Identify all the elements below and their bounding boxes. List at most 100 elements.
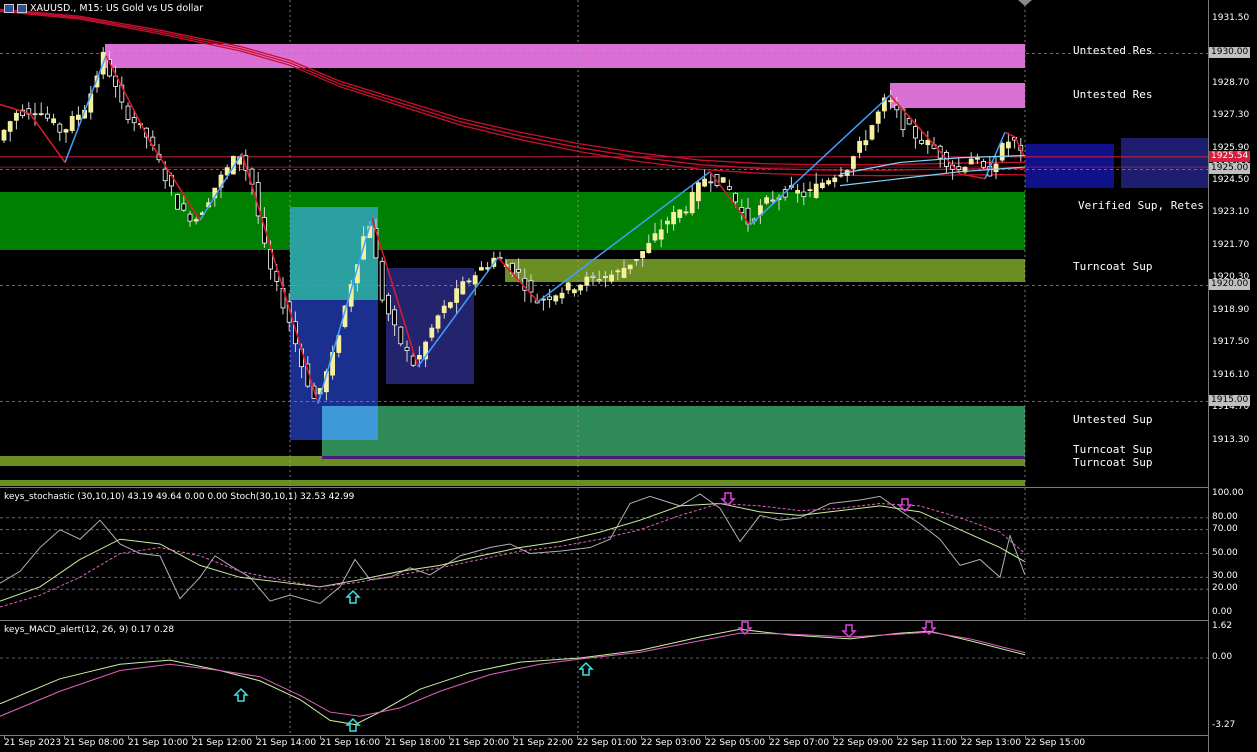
bull-candle — [813, 183, 819, 198]
bull-candle — [857, 140, 862, 153]
time-tick-label: 21 Sep 12:00 — [192, 738, 253, 748]
bull-candle — [478, 267, 484, 271]
bull-candle — [429, 327, 435, 338]
zigzag-down-leg — [105, 55, 151, 142]
bear-candle — [187, 213, 193, 222]
bull-candle — [441, 305, 447, 313]
bear-candle — [913, 126, 918, 139]
bull-candle — [665, 220, 670, 225]
time-tick-mark — [961, 735, 962, 739]
stoch-tick-label: 80.00 — [1212, 511, 1238, 522]
bull-candle — [13, 112, 19, 121]
buy-arrow-icon — [345, 589, 361, 604]
bear-candle — [733, 192, 738, 203]
bull-candle — [702, 178, 707, 187]
time-tick-mark — [256, 735, 257, 739]
shift-marker — [1018, 0, 1032, 6]
bull-candle — [640, 251, 645, 259]
bull-candle — [677, 209, 683, 218]
bull-candle — [1, 129, 7, 141]
time-tick-mark — [385, 735, 386, 739]
bull-candle — [565, 282, 571, 291]
light-blue-box — [322, 406, 378, 440]
bull-candle — [689, 192, 695, 214]
time-tick-mark — [833, 735, 834, 739]
price-marker-label: 1925.54 — [1209, 150, 1251, 162]
bull-candle — [888, 100, 893, 103]
bull-candle — [609, 274, 614, 282]
bull-candle — [7, 121, 13, 132]
window-icon[interactable] — [17, 4, 27, 13]
price-marker-label: 1915.00 — [1209, 395, 1251, 407]
zigzag-down-leg — [1014, 136, 1026, 159]
bull-candle — [863, 140, 869, 146]
verified-sup-zone — [0, 192, 1025, 250]
price-tick-label: 1923.10 — [1212, 207, 1250, 218]
stochastic-label: keys_stochastic (30,10,10) 43.19 49.64 0… — [4, 492, 355, 502]
bear-candle — [131, 117, 137, 124]
buy-arrow-icon — [345, 717, 361, 732]
bull-candle — [652, 233, 658, 241]
bear-candle — [603, 276, 608, 278]
bull-candle — [69, 116, 75, 132]
bull-candle — [999, 142, 1005, 161]
bear-candle — [398, 326, 404, 345]
bull-candle — [968, 158, 974, 165]
price-tick-label: 1928.70 — [1212, 77, 1250, 88]
bear-candle — [57, 123, 63, 133]
bear-candle — [528, 280, 534, 293]
macd-tick-label: -3.27 — [1212, 720, 1236, 730]
bear-candle — [45, 113, 50, 119]
bear-candle — [32, 113, 38, 116]
stochastic-canvas[interactable] — [0, 488, 1208, 619]
bear-candle — [162, 168, 168, 182]
time-tick-mark — [64, 735, 65, 739]
zone-separator — [322, 456, 1025, 459]
bull-candle — [683, 211, 689, 214]
bull-candle — [435, 315, 441, 329]
sell-arrow-icon — [720, 492, 736, 507]
bull-candle — [795, 189, 800, 194]
bear-candle — [590, 275, 596, 278]
time-tick-mark — [320, 735, 321, 739]
turncoat-sup-zone — [505, 259, 1025, 282]
zigzag-up-leg — [64, 55, 107, 163]
macd-pane[interactable]: keys_MACD_alert(12, 26, 9) 0.17 0.28 — [0, 621, 1208, 735]
bear-candle — [385, 294, 391, 315]
macd-canvas[interactable] — [0, 621, 1208, 735]
moving-average-line — [0, 10, 1026, 177]
time-tick-mark — [1025, 735, 1026, 739]
time-tick-label: 22 Sep 15:00 — [1025, 738, 1086, 748]
price-chart-pane[interactable]: XAUUSD., M15: US Gold vs US dollar — [0, 0, 1208, 486]
price-marker-label: 1925.00 — [1209, 163, 1251, 175]
stochastic-pane[interactable]: keys_stochastic (30,10,10) 43.19 49.64 0… — [0, 488, 1208, 619]
bull-candle — [851, 156, 856, 169]
time-tick-mark — [128, 735, 129, 739]
bull-candle — [634, 258, 639, 261]
projection-box-1 — [1025, 144, 1114, 188]
bear-candle — [404, 346, 410, 351]
bull-candle — [615, 270, 621, 273]
price-tick-label: 1927.30 — [1212, 110, 1250, 121]
bull-candle — [838, 174, 844, 177]
bull-candle — [696, 182, 701, 202]
bull-candle — [993, 163, 999, 173]
time-tick-mark — [449, 735, 450, 739]
price-marker-label: 1920.00 — [1209, 279, 1251, 291]
bear-candle — [175, 194, 181, 210]
price-chart-canvas[interactable] — [0, 0, 1208, 486]
bear-candle — [919, 139, 924, 144]
bear-candle — [596, 279, 602, 282]
price-tick-label: 1931.50 — [1212, 12, 1250, 23]
chart-icon[interactable] — [4, 4, 14, 13]
bear-candle — [379, 260, 385, 301]
res-zone-lower — [890, 83, 1025, 108]
bear-candle — [981, 161, 986, 168]
bull-candle — [63, 129, 69, 133]
time-tick-label: 21 Sep 08:00 — [64, 738, 125, 748]
bear-candle — [727, 186, 732, 190]
macd-main-line — [0, 628, 1026, 726]
bull-candle — [76, 114, 81, 120]
time-tick-mark — [641, 735, 642, 739]
macd-signal-line — [0, 631, 1026, 717]
